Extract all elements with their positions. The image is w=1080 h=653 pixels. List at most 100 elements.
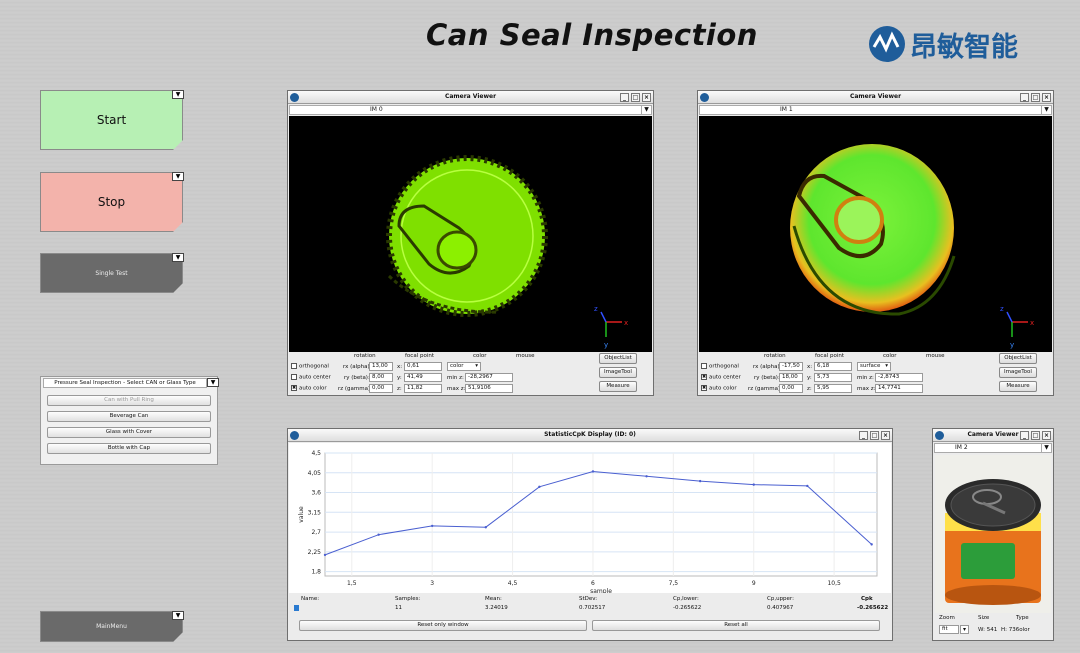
stats-title: StatisticCpK Display (ID: 0) bbox=[544, 431, 636, 438]
chevron-down-icon[interactable]: ▼ bbox=[641, 106, 651, 114]
reset-all-button[interactable]: Reset all bbox=[592, 620, 880, 631]
object-list-button[interactable]: ObjectList bbox=[599, 353, 637, 364]
rz-label: rz (gamma): bbox=[748, 386, 782, 392]
chevron-down-icon[interactable]: ▼ bbox=[1041, 444, 1051, 452]
auto-color-checkbox[interactable]: ✖ auto color bbox=[291, 385, 327, 392]
auto-center-checkbox[interactable]: ✖ auto center bbox=[701, 374, 741, 381]
close-icon[interactable]: × bbox=[642, 93, 651, 102]
bottle-with-cap-button[interactable]: Bottle with Cap bbox=[47, 443, 211, 454]
stats-titlebar[interactable]: StatisticCpK Display (ID: 0) _ □ × bbox=[288, 429, 892, 442]
3d-view-1[interactable]: x y z bbox=[289, 116, 652, 352]
max-z-label: max z: bbox=[857, 386, 876, 392]
ry-label: ry (beta): bbox=[754, 375, 780, 381]
minimize-icon[interactable]: _ bbox=[859, 431, 868, 440]
checkbox-icon[interactable]: ✖ bbox=[701, 385, 707, 391]
maximize-icon[interactable]: □ bbox=[1031, 431, 1040, 440]
camera-viewer-3-titlebar[interactable]: Camera Viewer _ □ × bbox=[933, 429, 1053, 442]
y-axis-label: y bbox=[1010, 341, 1014, 349]
zoom-select[interactable]: fit bbox=[939, 625, 959, 634]
auto-center-checkbox[interactable]: auto center bbox=[291, 374, 331, 381]
focal-z-input[interactable]: 11,82 bbox=[404, 384, 442, 393]
image-select-1[interactable]: IM 0 ▼ bbox=[289, 105, 652, 115]
min-z-input[interactable]: -2,8743 bbox=[875, 373, 923, 382]
data-point bbox=[484, 526, 487, 529]
max-z-label: max z: bbox=[447, 386, 466, 392]
focal-y-input[interactable]: 41,49 bbox=[404, 373, 442, 382]
focal-y-input[interactable]: 5,73 bbox=[814, 373, 852, 382]
close-icon[interactable]: × bbox=[1042, 431, 1051, 440]
min-z-input[interactable]: -28,2967 bbox=[465, 373, 513, 382]
focal-x-input[interactable]: 0,61 bbox=[404, 362, 442, 371]
zoom-dropdown-icon[interactable]: ▾ bbox=[960, 625, 969, 634]
brand-logo: 昂敏智能 bbox=[868, 24, 1048, 64]
checkbox-icon[interactable]: ✖ bbox=[291, 385, 297, 391]
main-menu-button[interactable]: MainMenu bbox=[40, 611, 183, 642]
y-label: y: bbox=[397, 375, 402, 381]
camera-viewer-1-titlebar[interactable]: Camera Viewer _ □ × bbox=[288, 91, 653, 104]
size-value: W: 541 bbox=[978, 627, 998, 633]
rx-input[interactable]: -17,50 bbox=[779, 362, 803, 371]
maximize-icon[interactable]: □ bbox=[870, 431, 879, 440]
main-menu-dropdown-icon[interactable]: ▼ bbox=[172, 611, 184, 620]
focal-z-input[interactable]: 5,95 bbox=[814, 384, 852, 393]
checkbox-icon[interactable]: ✖ bbox=[701, 374, 707, 380]
stop-dropdown-icon[interactable]: ▼ bbox=[172, 172, 184, 181]
app-logo-icon bbox=[935, 431, 944, 440]
rz-input[interactable]: 0,00 bbox=[779, 384, 803, 393]
size-label: Size bbox=[978, 615, 990, 621]
y-tick-label: 1,8 bbox=[311, 569, 321, 576]
rz-input[interactable]: 0,00 bbox=[369, 384, 393, 393]
image-tool-button[interactable]: ImageTool bbox=[999, 367, 1037, 378]
rx-input[interactable]: 13,00 bbox=[369, 362, 393, 371]
mouse-heading: mouse bbox=[516, 353, 535, 359]
minimize-icon[interactable]: _ bbox=[620, 93, 629, 102]
close-icon[interactable]: × bbox=[1042, 93, 1051, 102]
ry-input[interactable]: 18,00 bbox=[779, 373, 803, 382]
glass-with-cover-button[interactable]: Glass with Cover bbox=[47, 427, 211, 438]
can-with-pull-ring-button[interactable]: Can with Pull Ring bbox=[47, 395, 211, 406]
color-mode-select[interactable]: color ▾ bbox=[447, 362, 481, 371]
auto-color-checkbox[interactable]: ✖ auto color bbox=[701, 385, 737, 392]
seal-panel-dropdown-icon[interactable]: ▼ bbox=[207, 378, 219, 387]
3d-view-2[interactable]: x y z bbox=[699, 116, 1052, 352]
orthogonal-checkbox[interactable]: orthogonal bbox=[291, 363, 329, 370]
image-select-3[interactable]: IM 2 ▼ bbox=[934, 443, 1052, 453]
ry-input[interactable]: 8,00 bbox=[369, 373, 393, 382]
stop-button[interactable]: Stop bbox=[40, 172, 183, 232]
reset-window-button[interactable]: Reset only window bbox=[299, 620, 587, 631]
logo-text: 昂敏智能 bbox=[910, 31, 1018, 63]
image-tool-button[interactable]: ImageTool bbox=[599, 367, 637, 378]
can-photo[interactable] bbox=[935, 455, 1051, 613]
minimize-icon[interactable]: _ bbox=[1020, 93, 1029, 102]
measure-button[interactable]: Measure bbox=[599, 381, 637, 392]
checkbox-icon[interactable] bbox=[291, 374, 297, 380]
min-z-label: min z: bbox=[857, 375, 874, 381]
focal-x-input[interactable]: 6,18 bbox=[814, 362, 852, 371]
start-button[interactable]: Start bbox=[40, 90, 183, 150]
start-dropdown-icon[interactable]: ▼ bbox=[172, 90, 184, 99]
checkbox-icon[interactable] bbox=[701, 363, 707, 369]
maximize-icon[interactable]: □ bbox=[631, 93, 640, 102]
checkbox-icon[interactable] bbox=[291, 363, 297, 369]
x-tick-label: 1,5 bbox=[347, 580, 357, 587]
stats-value-cp-lower: -0.265622 bbox=[673, 605, 702, 611]
color-mode-select[interactable]: surface ▾ bbox=[857, 362, 891, 371]
pointcloud-render-1: x y z bbox=[386, 155, 628, 349]
y-label: y: bbox=[807, 375, 812, 381]
max-z-input[interactable]: 51,9106 bbox=[465, 384, 513, 393]
close-icon[interactable]: × bbox=[881, 431, 890, 440]
start-label: Start bbox=[96, 113, 127, 127]
maximize-icon[interactable]: □ bbox=[1031, 93, 1040, 102]
single-test-button[interactable]: Single Test bbox=[40, 253, 183, 293]
orthogonal-checkbox[interactable]: orthogonal bbox=[701, 363, 739, 370]
x-label: x: bbox=[807, 364, 813, 370]
minimize-icon[interactable]: _ bbox=[1020, 431, 1029, 440]
camera-viewer-2-titlebar[interactable]: Camera Viewer _ □ × bbox=[698, 91, 1053, 104]
object-list-button[interactable]: ObjectList bbox=[999, 353, 1037, 364]
image-select-2[interactable]: IM 1 ▼ bbox=[699, 105, 1052, 115]
chevron-down-icon[interactable]: ▼ bbox=[1041, 106, 1051, 114]
single-test-dropdown-icon[interactable]: ▼ bbox=[172, 253, 184, 262]
max-z-input[interactable]: 14,7741 bbox=[875, 384, 923, 393]
measure-button[interactable]: Measure bbox=[999, 381, 1037, 392]
beverage-can-button[interactable]: Beverage Can bbox=[47, 411, 211, 422]
